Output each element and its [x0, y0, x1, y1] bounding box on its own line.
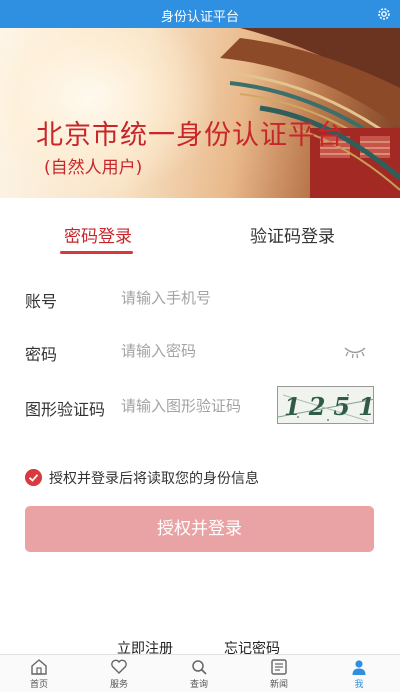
user-icon — [352, 660, 366, 675]
bottom-navigation: 首页 服务 查询 新闻 我 — [0, 654, 400, 692]
app-title-bar: 身份认证平台 — [0, 0, 400, 28]
consent-text: 授权并登录后将读取您的身份信息 — [49, 471, 259, 487]
captcha-image[interactable]: 1251 — [277, 386, 374, 424]
nav-label-home: 首页 — [29, 680, 48, 690]
checkbox-checked-icon[interactable] — [25, 469, 42, 486]
nav-label-services: 服务 — [109, 680, 128, 690]
tab-sms-login[interactable]: 验证码登录 — [250, 222, 335, 247]
banner-subtitle: (自然人用户) — [44, 158, 143, 178]
password-input[interactable] — [121, 337, 291, 365]
nav-item-home[interactable]: 首页 — [14, 658, 64, 690]
tab-password-login[interactable]: 密码登录 — [64, 222, 132, 247]
home-icon — [31, 659, 47, 675]
heart-icon — [111, 659, 127, 674]
search-icon — [192, 660, 207, 675]
nav-label-query: 查询 — [189, 680, 208, 690]
gear-icon[interactable] — [376, 6, 392, 22]
password-row: 密码 — [25, 331, 375, 371]
nav-label-me: 我 — [354, 680, 364, 690]
news-icon — [271, 659, 287, 675]
authorize-login-button[interactable]: 授权并登录 — [25, 506, 374, 552]
consent-row: 授权并登录后将读取您的身份信息 — [25, 466, 375, 490]
password-label: 密码 — [25, 345, 58, 364]
captcha-input[interactable] — [121, 392, 291, 420]
nav-item-news[interactable]: 新闻 — [254, 658, 304, 690]
login-tabs: 密码登录 验证码登录 — [0, 198, 400, 260]
banner-title: 北京市统一身份认证平台 — [36, 120, 344, 151]
account-row: 账号 — [25, 278, 375, 318]
nav-label-news: 新闻 — [269, 680, 288, 690]
captcha-label: 图形验证码 — [25, 400, 106, 419]
captcha-row: 图形验证码 1251 — [25, 386, 375, 426]
eye-closed-icon[interactable] — [343, 345, 367, 359]
nav-item-me[interactable]: 我 — [334, 658, 384, 690]
app-title: 身份认证平台 — [160, 10, 239, 25]
account-label: 账号 — [25, 292, 58, 311]
captcha-code: 1251 — [284, 392, 374, 421]
nav-item-services[interactable]: 服务 — [94, 658, 144, 690]
active-tab-indicator — [60, 251, 133, 254]
account-input[interactable] — [121, 284, 291, 312]
hero-banner: 北京市统一身份认证平台 (自然人用户) — [0, 28, 400, 198]
nav-item-query[interactable]: 查询 — [174, 658, 224, 690]
